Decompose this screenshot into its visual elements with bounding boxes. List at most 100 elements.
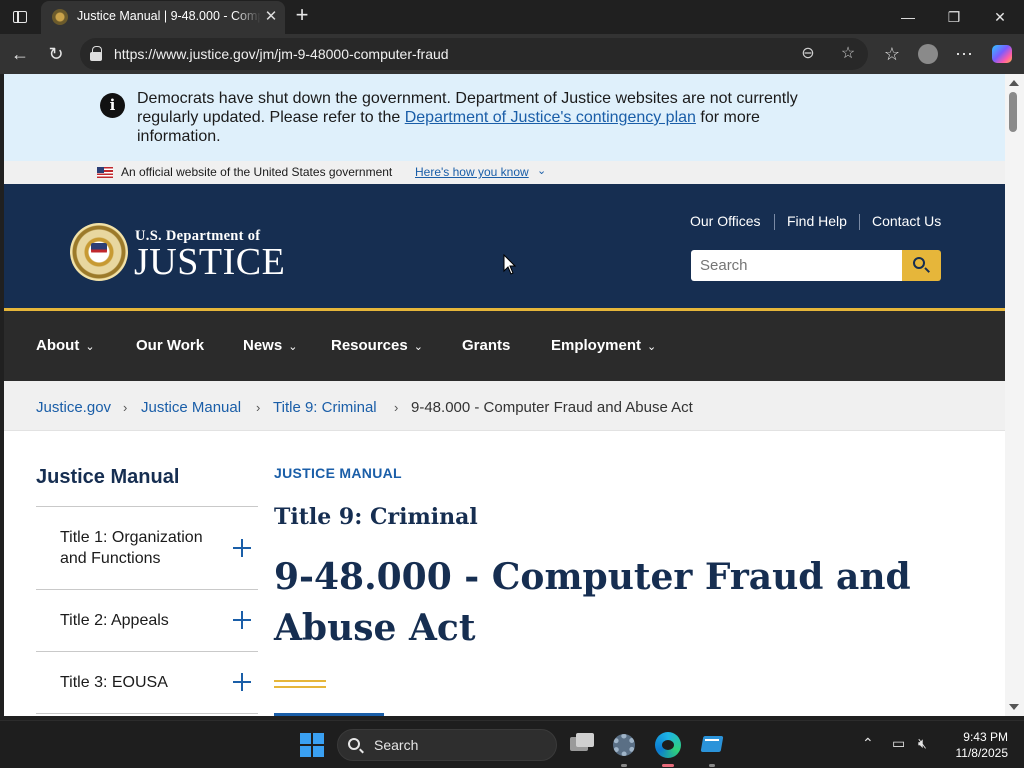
utility-divider <box>774 214 775 230</box>
nav-item-employment[interactable]: Employment ⌄ <box>551 337 656 354</box>
sidebar-divider <box>36 506 258 507</box>
page-title: 9-48.000 - Computer Fraud and Abuse Act <box>274 556 911 649</box>
chevron-down-icon: ⌄ <box>85 341 95 353</box>
sidebar-item-title-2[interactable]: Title 2: Appeals <box>60 610 169 631</box>
nav-label: Resources <box>331 337 408 354</box>
edge-icon[interactable] <box>652 729 684 767</box>
more-icon[interactable]: ⋯ <box>950 40 978 68</box>
browser-titlebar: Justice Manual | 9-48.000 - Computer Fra… <box>0 0 1024 34</box>
nav-item-about[interactable]: About ⌄ <box>36 337 95 354</box>
chevron-down-icon: ⌄ <box>647 341 657 353</box>
taskview-icon[interactable] <box>566 729 598 761</box>
nav-item-news[interactable]: News ⌄ <box>243 337 297 354</box>
lock-icon[interactable] <box>90 46 102 61</box>
chevron-down-icon: ⌄ <box>413 341 423 353</box>
taskbar-clock[interactable]: 9:43 PM 11/8/2025 <box>942 729 1009 761</box>
search-icon <box>348 738 360 750</box>
breadcrumb-link-title-9[interactable]: Title 9: Criminal <box>273 399 377 416</box>
site-search-input[interactable] <box>691 250 902 281</box>
contingency-plan-link[interactable]: Department of Justice's contingency plan <box>405 109 696 126</box>
windows-start-icon[interactable] <box>300 733 324 757</box>
sidebar-heading[interactable]: Justice Manual <box>36 466 179 489</box>
url-text[interactable]: https://www.justice.gov/jm/jm-9-48000-co… <box>114 46 449 62</box>
restore-button[interactable]: ❐ <box>934 4 974 30</box>
nav-item-resources[interactable]: Resources ⌄ <box>331 337 423 354</box>
favorite-star-icon[interactable]: ☆ <box>836 42 860 66</box>
tab-actions-icon[interactable] <box>8 6 32 28</box>
breadcrumb: Justice.gov › Justice Manual › Title 9: … <box>4 381 1005 431</box>
profile-icon[interactable] <box>914 40 942 68</box>
breadcrumb-link-justice-manual[interactable]: Justice Manual <box>141 399 241 416</box>
windows-taskbar: Search ⌃ ▭ 🔇︎ 9:43 PM 11/8/2025 <box>0 720 1024 768</box>
tab-close-icon[interactable]: ✕ <box>261 7 281 27</box>
window-close-button[interactable]: ✕ <box>980 4 1020 30</box>
clock-date: 11/8/2025 <box>955 746 1009 760</box>
favorites-icon[interactable]: ☆ <box>878 40 906 68</box>
page-scrollbar[interactable] <box>1005 74 1024 716</box>
breadcrumb-separator-icon: › <box>394 400 399 415</box>
sidebar-item-title-3[interactable]: Title 3: EOUSA <box>60 672 168 693</box>
expand-plus-icon[interactable] <box>233 539 251 557</box>
nav-label: Grants <box>462 337 511 354</box>
nav-item-grants[interactable]: Grants <box>462 337 510 354</box>
sidebar-divider <box>36 713 258 714</box>
browser-tab-active[interactable]: Justice Manual | 9-48.000 - Computer Fra… <box>41 1 285 34</box>
mouse-cursor-icon <box>503 254 517 275</box>
minimize-button[interactable]: — <box>888 4 928 30</box>
network-icon[interactable]: ▭ <box>892 735 905 752</box>
scroll-up-arrow-icon[interactable] <box>1009 80 1019 86</box>
back-arrow-icon[interactable]: ← <box>6 40 34 68</box>
tray-chevron-up-icon[interactable]: ⌃ <box>862 735 874 752</box>
heres-how-you-know-link[interactable]: Here's how you know <box>415 165 529 179</box>
brand-logo-text[interactable]: JUSTICE <box>134 240 285 284</box>
volume-muted-icon[interactable]: 🔇︎ <box>918 735 927 752</box>
scroll-down-arrow-icon[interactable] <box>1009 704 1019 710</box>
search-button[interactable] <box>902 250 941 281</box>
clock-time: 9:43 PM <box>963 730 1008 744</box>
page-subtitle: Title 9: Criminal <box>274 504 478 530</box>
page-viewport: i Democrats have shut down the governmen… <box>4 74 1005 716</box>
content-tab-indicator <box>274 713 384 716</box>
chevron-down-icon: ⌄ <box>288 341 298 353</box>
our-offices-link[interactable]: Our Offices <box>690 213 761 229</box>
gov-banner: An official website of the United States… <box>4 161 1005 184</box>
breadcrumb-link-justice-gov[interactable]: Justice.gov <box>36 399 111 416</box>
scroll-thumb[interactable] <box>1009 92 1017 132</box>
expand-plus-icon[interactable] <box>233 611 251 629</box>
breadcrumb-separator-icon: › <box>256 400 261 415</box>
notes-app-icon[interactable] <box>696 729 728 767</box>
copilot-icon[interactable] <box>988 40 1016 68</box>
breadcrumb-current: 9-48.000 - Computer Fraud and Abuse Act <box>411 399 693 416</box>
info-icon: i <box>100 93 125 118</box>
breadcrumb-separator-icon: › <box>123 400 128 415</box>
chevron-down-icon[interactable]: ⌄ <box>537 164 546 177</box>
utility-divider <box>859 214 860 230</box>
nav-label: About <box>36 337 80 354</box>
contact-us-link[interactable]: Contact Us <box>872 213 941 229</box>
new-tab-button[interactable]: + <box>290 4 314 28</box>
sidebar-divider <box>36 589 258 590</box>
search-icon <box>913 257 925 269</box>
find-help-link[interactable]: Find Help <box>787 213 847 229</box>
browser-toolbar: ← ↻ https://www.justice.gov/jm/jm-9-4800… <box>0 34 1024 74</box>
doj-favicon-icon <box>52 9 68 25</box>
nav-item-our-work[interactable]: Our Work <box>136 337 204 354</box>
taskbar-search-box[interactable]: Search <box>337 729 557 761</box>
title-accent-rule <box>274 686 326 688</box>
reader-icon[interactable]: ⊖ <box>796 42 820 66</box>
nav-label: Our Work <box>136 337 205 354</box>
section-eyebrow: JUSTICE MANUAL <box>274 465 402 481</box>
sidebar-item-title-1[interactable]: Title 1: Organization and Functions <box>60 527 220 569</box>
main-nav: About ⌄ Our Work News ⌄ Resources ⌄ Grants … <box>4 311 1005 381</box>
title-accent-rule <box>274 680 326 682</box>
refresh-icon[interactable]: ↻ <box>42 40 70 68</box>
tab-title: Justice Manual | 9-48.000 - Computer Fra… <box>77 9 261 23</box>
shutdown-alert: i Democrats have shut down the governmen… <box>4 74 1005 161</box>
nav-label: News <box>243 337 283 354</box>
address-bar[interactable]: https://www.justice.gov/jm/jm-9-48000-co… <box>80 38 868 70</box>
settings-icon[interactable] <box>608 729 640 767</box>
nav-label: Employment <box>551 337 642 354</box>
expand-plus-icon[interactable] <box>233 673 251 691</box>
doj-seal-icon[interactable] <box>70 223 128 281</box>
taskbar-search-label: Search <box>374 737 419 753</box>
